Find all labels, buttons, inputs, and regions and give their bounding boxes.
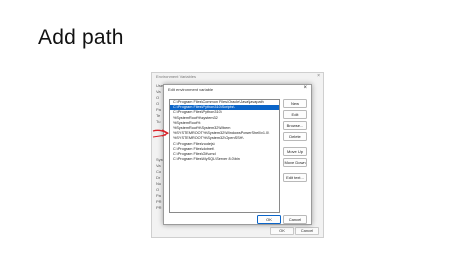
path-list[interactable]: C:\Program Files\Common Files\Oracle\Jav… [169,99,280,213]
cancel-button[interactable]: Cancel [295,227,319,235]
cancel-button[interactable]: Cancel [283,215,307,224]
list-fragment: PR [156,199,162,204]
list-fragment: Pa [156,107,161,112]
ok-button[interactable]: OK [257,215,281,224]
list-fragment: Va [156,163,161,168]
list-fragment: Pa [156,193,161,198]
list-fragment: Tu [156,119,161,124]
list-fragment: Co [156,169,162,174]
list-fragment: Dr [156,175,161,180]
list-fragment: PR [156,205,162,210]
dialog-title: Environment Variables [156,74,196,79]
slide-title: Add path [38,26,124,49]
edit-button[interactable]: Edit [283,110,307,119]
list-fragment: Nu [156,181,162,186]
list-fragment: O [156,101,160,106]
close-icon[interactable]: × [317,73,320,79]
edit-environment-variable-dialog: Edit environment variable × C:\Program F… [163,84,312,225]
list-fragment: O [156,187,160,192]
list-fragment: O [156,95,160,100]
move-down-button[interactable]: Move Down [283,158,307,167]
ok-button[interactable]: OK [270,227,294,235]
new-button[interactable]: New [283,99,307,108]
delete-button[interactable]: Delete [283,132,307,141]
dialog-title: Edit environment variable [168,87,214,92]
move-up-button[interactable]: Move Up [283,147,307,156]
close-icon[interactable]: × [303,85,307,91]
red-arrow-icon [152,129,169,138]
list-fragment: Te [156,113,161,118]
browse-button[interactable]: Browse... [283,121,307,130]
list-fragment: Va [156,89,161,94]
path-entry[interactable]: C:\Program Files\MySQL\Server 8.0\bin [170,157,279,162]
edit-text-button[interactable]: Edit text... [283,173,307,182]
